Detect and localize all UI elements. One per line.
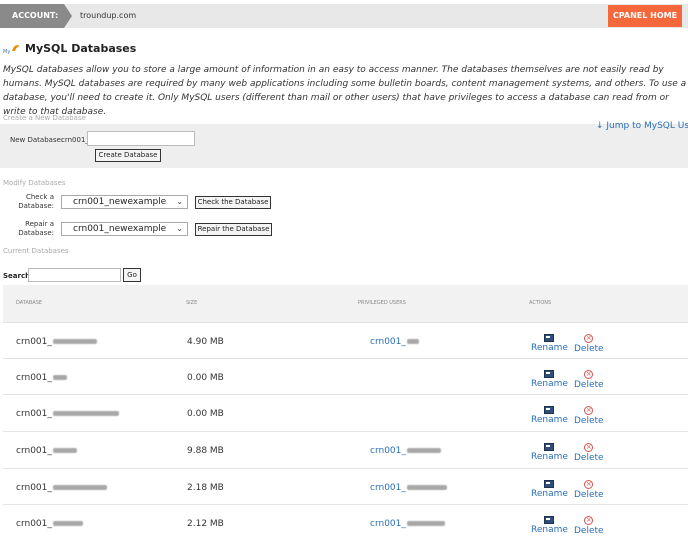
column-size: SIZE <box>186 300 198 306</box>
delete-button[interactable]: × Delete <box>574 443 604 463</box>
table-row: crn001_ 2.12 MB crn001_ Rename × Delete <box>3 504 688 540</box>
page-title: MySQL Databases <box>25 42 137 55</box>
redacted-text <box>52 521 83 526</box>
rename-icon <box>544 370 555 378</box>
column-actions: ACTIONS <box>529 300 552 306</box>
database-name: crn001_ <box>16 409 119 419</box>
current-section-label: Current Databases <box>3 247 69 255</box>
check-database-select[interactable]: crn001_newexample ⌄ <box>61 195 188 209</box>
check-database-label: Check a Database: <box>18 193 54 210</box>
table-row: crn001_ 4.90 MB crn001_ Rename × Delete <box>3 322 688 358</box>
rename-icon <box>544 334 555 342</box>
repair-database-label: Repair a Database: <box>18 220 54 237</box>
redacted-text <box>406 521 445 526</box>
table-row: crn001_ 2.18 MB crn001_ Rename × Delete <box>3 468 688 504</box>
delete-button[interactable]: × Delete <box>574 480 604 500</box>
repair-database-select[interactable]: crn001_newexample ⌄ <box>61 222 188 236</box>
delete-button[interactable]: × Delete <box>574 406 604 426</box>
repair-database-button[interactable]: Repair the Database <box>195 223 272 236</box>
new-database-input[interactable] <box>87 131 195 146</box>
jump-to-mysql-users-link[interactable]: ↓ Jump to MySQL Users <box>596 121 688 131</box>
column-database: DATABASE <box>16 300 43 306</box>
database-name: crn001_ <box>16 337 97 347</box>
chevron-down-icon: ⌄ <box>176 197 183 206</box>
privileged-user-link[interactable]: crn001_ <box>370 446 441 456</box>
privileged-user-link[interactable]: crn001_ <box>370 337 419 347</box>
modify-section-label: Modify Databases <box>3 179 66 187</box>
column-privileged-users: PRIVILEGED USERS <box>358 300 406 306</box>
chevron-down-icon: ⌄ <box>176 224 183 233</box>
rename-icon <box>544 516 555 524</box>
create-section-label: Create a New Database <box>3 114 86 122</box>
database-size: 0.00 MB <box>187 409 224 419</box>
create-database-button[interactable]: Create Database <box>95 149 161 162</box>
redacted-text <box>52 375 67 380</box>
rename-icon <box>544 443 555 451</box>
redacted-text <box>406 448 441 453</box>
database-name: crn001_ <box>16 483 107 493</box>
redacted-text <box>52 411 119 416</box>
databases-table: DATABASE SIZE PRIVILEGED USERS ACTIONS c… <box>3 285 688 547</box>
privileged-user-link[interactable]: crn001_ <box>370 483 447 493</box>
rename-button[interactable]: Rename <box>531 334 568 353</box>
delete-icon: × <box>584 516 594 525</box>
rename-icon <box>544 406 555 414</box>
database-size: 2.18 MB <box>187 483 224 493</box>
account-domain: troundup.com <box>80 11 137 20</box>
table-row: crn001_ 9.88 MB crn001_ Rename × Delete <box>3 431 688 467</box>
delete-icon: × <box>584 370 594 379</box>
delete-button[interactable]: × Delete <box>574 334 604 354</box>
redacted-text <box>52 485 107 490</box>
delete-icon: × <box>584 480 594 489</box>
check-database-button[interactable]: Check the Database <box>195 196 271 209</box>
cpanel-home-button[interactable]: CPANEL HOME <box>608 5 682 27</box>
privileged-user-link[interactable]: crn001_ <box>370 519 445 529</box>
rename-button[interactable]: Rename <box>531 443 568 462</box>
database-name: crn001_ <box>16 446 77 456</box>
database-size: 4.90 MB <box>187 337 224 347</box>
rename-button[interactable]: Rename <box>531 406 568 425</box>
rename-button[interactable]: Rename <box>531 370 568 389</box>
table-row: crn001_ 0.00 MB Rename × Delete <box>3 358 688 394</box>
redacted-text <box>406 485 447 490</box>
redacted-text <box>52 339 97 344</box>
delete-button[interactable]: × Delete <box>574 370 604 390</box>
database-name: crn001_ <box>16 373 67 383</box>
database-size: 2.12 MB <box>187 519 224 529</box>
delete-button[interactable]: × Delete <box>574 516 604 536</box>
svg-text:My: My <box>3 49 10 55</box>
redacted-text <box>406 339 419 344</box>
mysql-logo-icon: My <box>3 45 20 55</box>
table-header: DATABASE SIZE PRIVILEGED USERS ACTIONS <box>3 285 688 322</box>
table-row: crn001_ 0.00 MB Rename × Delete <box>3 394 688 430</box>
redacted-text <box>52 448 77 453</box>
new-database-label: New Database: <box>10 136 64 144</box>
search-input[interactable] <box>28 268 121 282</box>
go-button[interactable]: Go <box>123 268 141 282</box>
database-size: 0.00 MB <box>187 373 224 383</box>
search-label: Search <box>3 272 31 280</box>
top-bar: ACCOUNT: troundup.com CPANEL HOME <box>0 4 688 28</box>
rename-icon <box>544 480 555 488</box>
database-name: crn001_ <box>16 519 83 529</box>
database-size: 9.88 MB <box>187 446 224 456</box>
rename-button[interactable]: Rename <box>531 516 568 535</box>
intro-text: MySQL databases allow you to store a lar… <box>3 65 687 117</box>
rename-button[interactable]: Rename <box>531 480 568 499</box>
account-label: ACCOUNT: <box>0 4 72 28</box>
delete-icon: × <box>584 443 594 452</box>
delete-icon: × <box>584 406 594 415</box>
delete-icon: × <box>584 334 594 343</box>
database-prefix: crn001_ <box>61 136 89 144</box>
